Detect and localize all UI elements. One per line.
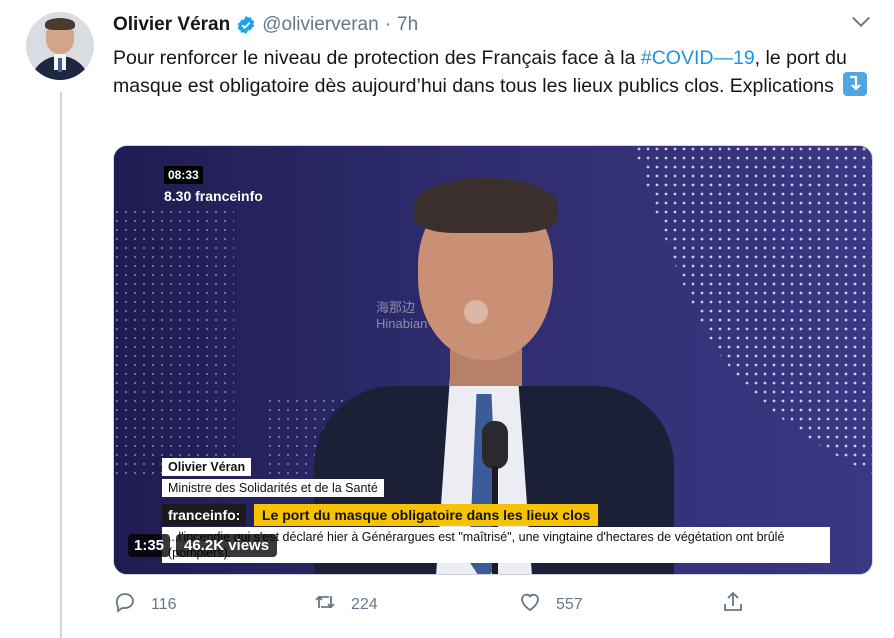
separator-dot: · <box>384 14 392 35</box>
author-name[interactable]: Olivier Véran <box>113 14 230 36</box>
video-views: 46.2K views <box>176 534 278 557</box>
avatar[interactable] <box>26 12 94 80</box>
retweet-icon[interactable] <box>313 590 337 619</box>
speaker-name-plate: Olivier Véran <box>162 458 252 476</box>
tweet-actions: 116 224 557 <box>113 590 753 624</box>
verified-badge-icon <box>236 15 256 35</box>
speaker-title-plate: Ministre des Solidarités et de la Santé <box>162 479 384 497</box>
watermark: 海那边 Hinabian <box>376 300 488 332</box>
program-name: 8.30 franceinfo <box>164 188 263 204</box>
watermark-cn: 海那边 <box>376 300 416 315</box>
microphone <box>482 421 508 469</box>
tweet-time[interactable]: 7h <box>397 14 418 36</box>
arrow-down-icon <box>843 72 868 96</box>
reply-action[interactable]: 116 <box>113 590 177 619</box>
video-duration: 1:35 <box>128 534 171 557</box>
share-action[interactable] <box>721 590 745 619</box>
tweet-text: Pour renforcer le niveau de protection d… <box>113 44 873 100</box>
reply-icon[interactable] <box>113 590 137 619</box>
retweet-action[interactable]: 224 <box>313 590 378 619</box>
tweet-header: Olivier Véran @olivierveran · 7h <box>113 12 874 38</box>
like-icon[interactable] <box>518 590 542 619</box>
author-handle[interactable]: @olivierveran <box>262 14 378 36</box>
video-player[interactable]: 08:33 8.30 franceinfo 海那边 Hinabian Olivi… <box>113 145 873 575</box>
broadcast-clock: 08:33 8.30 franceinfo <box>164 166 263 204</box>
like-action[interactable]: 557 <box>518 590 583 619</box>
watermark-en: Hinabian <box>376 316 428 331</box>
watermark-logo-icon <box>464 300 488 324</box>
like-count: 557 <box>556 595 583 613</box>
retweet-count: 224 <box>351 595 378 613</box>
hashtag-link[interactable]: #COVID—19 <box>641 47 755 69</box>
chevron-down-icon[interactable] <box>850 13 872 31</box>
ticker-brand: franceinfo: <box>162 504 247 526</box>
tweet-text-before: Pour renforcer le niveau de protection d… <box>113 47 641 69</box>
speaker-hair <box>414 178 558 233</box>
clock-time: 08:33 <box>164 166 203 184</box>
thread-line <box>60 92 62 638</box>
reply-count: 116 <box>151 595 177 613</box>
ticker-headline: Le port du masque obligatoire dans les l… <box>254 504 599 526</box>
share-icon[interactable] <box>721 590 745 619</box>
